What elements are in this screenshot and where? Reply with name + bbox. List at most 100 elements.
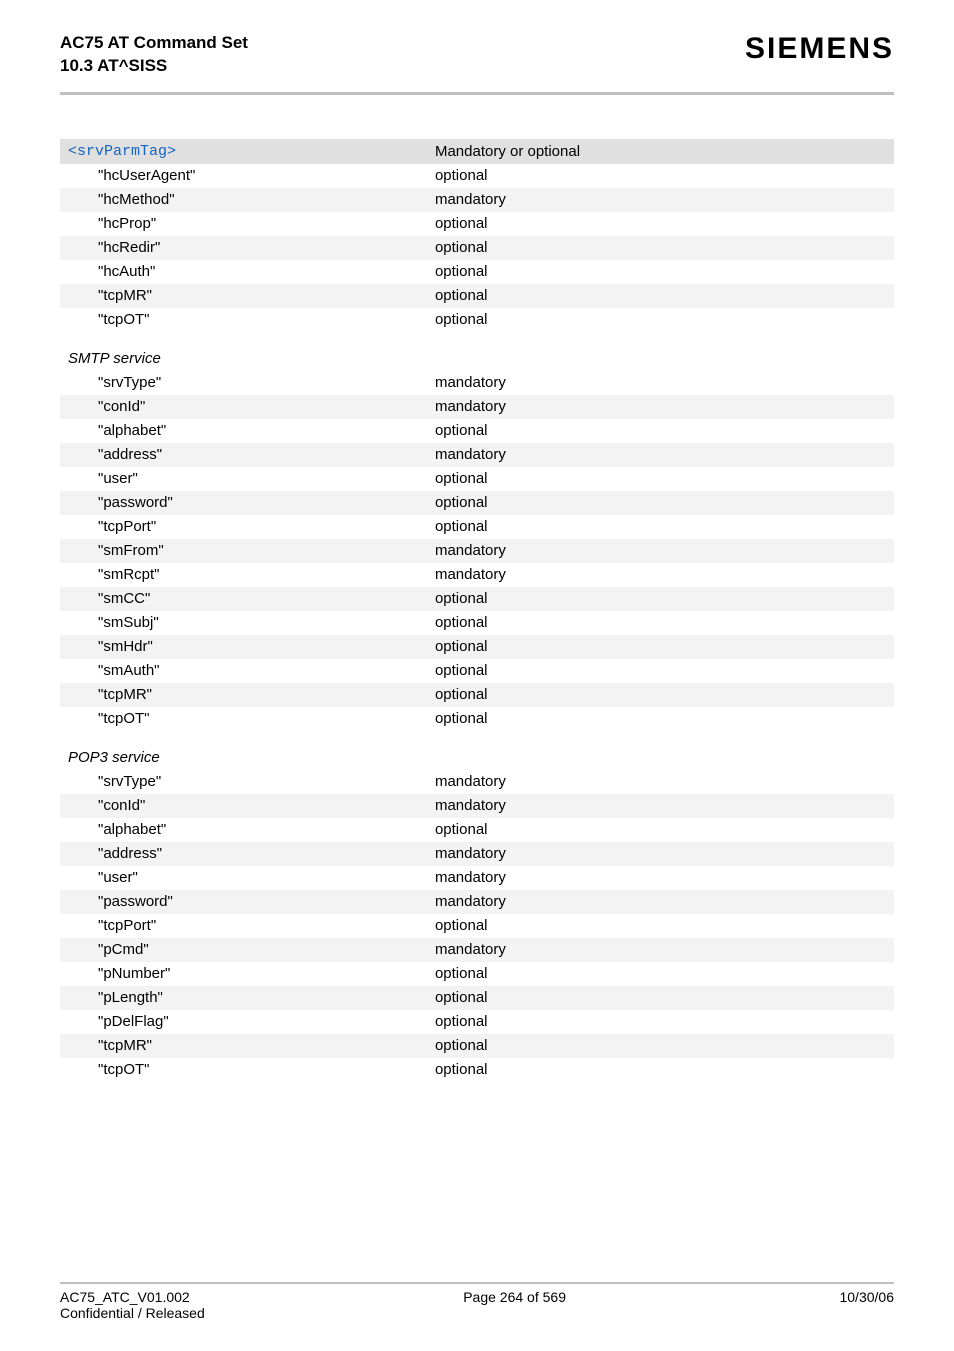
row-val: mandatory [427, 395, 894, 419]
table-row: "tcpMR"optional [60, 683, 894, 707]
table-row: "srvType"mandatory [60, 371, 894, 395]
row-tag: "user" [60, 467, 427, 491]
table-row: "hcAuth"optional [60, 260, 894, 284]
row-val: optional [427, 611, 894, 635]
row-tag: "pNumber" [60, 962, 427, 986]
row-val: mandatory [427, 443, 894, 467]
row-val: optional [427, 260, 894, 284]
row-tag: "alphabet" [60, 818, 427, 842]
row-tag: "conId" [60, 794, 427, 818]
table-row: "tcpMR"optional [60, 284, 894, 308]
row-tag: "pCmd" [60, 938, 427, 962]
row-val: mandatory [427, 794, 894, 818]
row-val: optional [427, 818, 894, 842]
footer-right: 10/30/06 [839, 1289, 894, 1305]
row-tag: "tcpPort" [60, 914, 427, 938]
row-tag: "smRcpt" [60, 563, 427, 587]
table-row: "pNumber"optional [60, 962, 894, 986]
row-tag: "smHdr" [60, 635, 427, 659]
row-val: optional [427, 1058, 894, 1082]
srvparmtag-link[interactable]: <srvParmTag> [68, 143, 176, 160]
header-title-line1: AC75 AT Command Set [60, 32, 248, 55]
row-val: optional [427, 164, 894, 188]
row-val: optional [427, 986, 894, 1010]
row-val: mandatory [427, 938, 894, 962]
table-row: "pDelFlag"optional [60, 1010, 894, 1034]
table-row: "address"mandatory [60, 443, 894, 467]
row-tag: "smSubj" [60, 611, 427, 635]
section-title: SMTP service [60, 332, 427, 371]
table-row: "pCmd"mandatory [60, 938, 894, 962]
row-val: optional [427, 659, 894, 683]
row-tag: "smFrom" [60, 539, 427, 563]
row-tag: "pDelFlag" [60, 1010, 427, 1034]
footer-left2: Confidential / Released [60, 1305, 894, 1321]
row-val: optional [427, 308, 894, 332]
row-tag: "address" [60, 443, 427, 467]
footer-center: Page 264 of 569 [463, 1289, 566, 1305]
row-tag: "tcpOT" [60, 707, 427, 731]
table-row: "user"optional [60, 467, 894, 491]
row-val: optional [427, 962, 894, 986]
table-row: "tcpPort"optional [60, 515, 894, 539]
row-val: optional [427, 1010, 894, 1034]
row-tag: "user" [60, 866, 427, 890]
brand-logo: SIEMENS [745, 32, 894, 66]
header-title: AC75 AT Command Set 10.3 AT^SISS [60, 32, 248, 78]
table-row: "hcMethod"mandatory [60, 188, 894, 212]
row-val: optional [427, 707, 894, 731]
footer-left: AC75_ATC_V01.002 [60, 1289, 190, 1305]
row-val: mandatory [427, 770, 894, 794]
row-tag: "password" [60, 491, 427, 515]
row-tag: "tcpPort" [60, 515, 427, 539]
row-tag: "hcAuth" [60, 260, 427, 284]
page-header: AC75 AT Command Set 10.3 AT^SISS SIEMENS [60, 32, 894, 78]
row-tag: "tcpMR" [60, 1034, 427, 1058]
table-row: "tcpPort"optional [60, 914, 894, 938]
row-tag: "alphabet" [60, 419, 427, 443]
table-row: "address"mandatory [60, 842, 894, 866]
table-header-tag: <srvParmTag> [60, 139, 427, 164]
table-header-row: <srvParmTag> Mandatory or optional [60, 139, 894, 164]
row-val: optional [427, 236, 894, 260]
row-val: mandatory [427, 188, 894, 212]
row-tag: "srvType" [60, 770, 427, 794]
row-tag: "smAuth" [60, 659, 427, 683]
row-val: mandatory [427, 563, 894, 587]
footer-divider [60, 1282, 894, 1284]
table-row: "srvType"mandatory [60, 770, 894, 794]
row-tag: "smCC" [60, 587, 427, 611]
table-row: "conId"mandatory [60, 794, 894, 818]
table-row: "pLength"optional [60, 986, 894, 1010]
row-tag: "srvType" [60, 371, 427, 395]
row-tag: "pLength" [60, 986, 427, 1010]
table-row: "smFrom"mandatory [60, 539, 894, 563]
row-tag: "password" [60, 890, 427, 914]
row-tag: "address" [60, 842, 427, 866]
row-val: mandatory [427, 890, 894, 914]
table-row: "tcpOT"optional [60, 308, 894, 332]
section-pop3: POP3 service [60, 731, 894, 770]
row-tag: "hcProp" [60, 212, 427, 236]
table-row: "alphabet"optional [60, 419, 894, 443]
table-row: "smCC"optional [60, 587, 894, 611]
row-val: optional [427, 914, 894, 938]
row-val: optional [427, 491, 894, 515]
table-row: "password"mandatory [60, 890, 894, 914]
table-row: "smHdr"optional [60, 635, 894, 659]
row-val: optional [427, 683, 894, 707]
section-title: POP3 service [60, 731, 427, 770]
footer-line1: AC75_ATC_V01.002 Page 264 of 569 10/30/0… [60, 1289, 894, 1305]
table-row: "smSubj"optional [60, 611, 894, 635]
row-val: optional [427, 635, 894, 659]
table-row: "alphabet"optional [60, 818, 894, 842]
row-tag: "hcUserAgent" [60, 164, 427, 188]
row-val: optional [427, 212, 894, 236]
row-tag: "tcpMR" [60, 683, 427, 707]
row-val: mandatory [427, 842, 894, 866]
row-val: mandatory [427, 539, 894, 563]
table-row: "password"optional [60, 491, 894, 515]
row-val: optional [427, 1034, 894, 1058]
table-header-val: Mandatory or optional [427, 139, 894, 164]
table-row: "tcpMR"optional [60, 1034, 894, 1058]
